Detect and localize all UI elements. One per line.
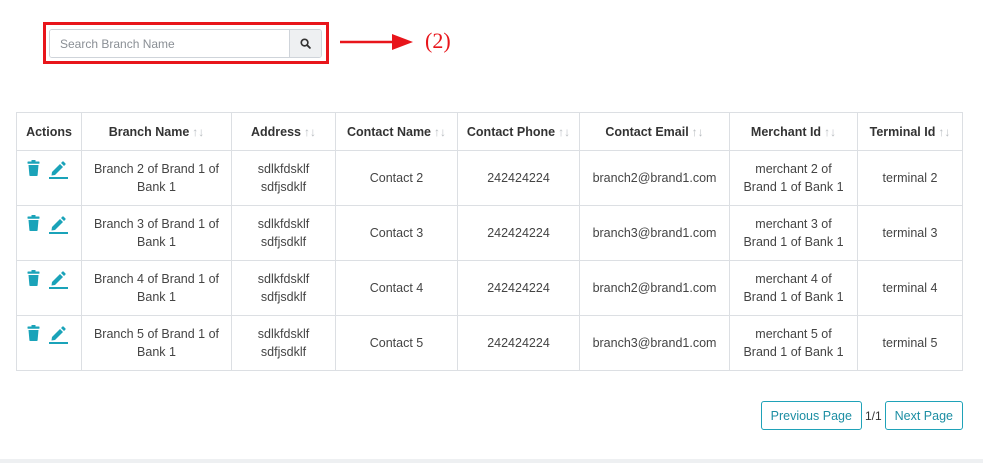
branch-table: Actions Branch Name ↑↓ Address ↑↓ Contact … — [16, 112, 963, 371]
page-count: 1/1 — [864, 408, 882, 423]
cell-merchant-id: merchant 2 of Brand 1 of Bank 1 — [729, 150, 858, 206]
cell-contact-email: branch2@brand1.com — [579, 260, 730, 316]
cell-terminal-id: terminal 4 — [857, 260, 963, 316]
delete-button[interactable] — [27, 270, 40, 291]
delete-button[interactable] — [27, 160, 40, 181]
next-page-button[interactable]: Next Page — [884, 401, 963, 430]
cell-terminal-id: terminal 3 — [857, 205, 963, 261]
edit-button[interactable] — [49, 325, 69, 349]
cell-terminal-id: terminal 2 — [857, 150, 963, 206]
column-header-contact-name[interactable]: Contact Name ↑↓ — [335, 112, 458, 151]
bottom-divider — [0, 459, 983, 463]
sort-icon[interactable]: ↑↓ — [304, 125, 316, 139]
row-actions — [16, 150, 82, 206]
table-row: Branch 3 of Brand 1 of Bank 1 sdlkfdsklf… — [16, 205, 963, 261]
column-header-contact-phone[interactable]: Contact Phone ↑↓ — [457, 112, 580, 151]
cell-merchant-id: merchant 4 of Brand 1 of Bank 1 — [729, 260, 858, 316]
column-header-terminal-id[interactable]: Terminal Id ↑↓ — [857, 112, 963, 151]
search-button[interactable] — [289, 30, 321, 57]
search-group — [49, 29, 322, 58]
delete-button[interactable] — [27, 325, 40, 346]
pencil-icon — [49, 216, 69, 234]
annotation-arrow — [340, 34, 413, 50]
cell-contact-name: Contact 2 — [335, 150, 458, 206]
annotation-label: (2) — [425, 28, 451, 53]
table-header-row: Actions Branch Name ↑↓ Address ↑↓ Contact … — [16, 112, 963, 151]
cell-contact-email: branch3@brand1.com — [579, 315, 730, 371]
column-header-address[interactable]: Address ↑↓ — [231, 112, 336, 151]
cell-contact-name: Contact 4 — [335, 260, 458, 316]
sort-icon[interactable]: ↑↓ — [192, 125, 204, 139]
edit-button[interactable] — [49, 270, 69, 294]
cell-contact-phone: 242424224 — [457, 260, 580, 316]
cell-merchant-id: merchant 3 of Brand 1 of Bank 1 — [729, 205, 858, 261]
edit-button[interactable] — [49, 215, 69, 239]
table-row: Branch 2 of Brand 1 of Bank 1 sdlkfdsklf… — [16, 150, 963, 206]
pencil-icon — [49, 161, 69, 179]
trash-icon — [27, 325, 40, 341]
edit-button[interactable] — [49, 160, 69, 184]
sort-icon[interactable]: ↑↓ — [558, 125, 570, 139]
table-row: Branch 4 of Brand 1 of Bank 1 sdlkfdsklf… — [16, 260, 963, 316]
column-header-merchant-id[interactable]: Merchant Id ↑↓ — [729, 112, 858, 151]
cell-address: sdlkfdsklf sdfjsdklf — [231, 260, 336, 316]
search-input[interactable] — [50, 30, 289, 57]
sort-icon[interactable]: ↑↓ — [824, 125, 836, 139]
cell-contact-email: branch3@brand1.com — [579, 205, 730, 261]
cell-branch-name: Branch 5 of Brand 1 of Bank 1 — [81, 315, 232, 371]
cell-address: sdlkfdsklf sdfjsdklf — [231, 205, 336, 261]
cell-branch-name: Branch 4 of Brand 1 of Bank 1 — [81, 260, 232, 316]
cell-contact-phone: 242424224 — [457, 205, 580, 261]
previous-page-button[interactable]: Previous Page — [760, 401, 862, 430]
trash-icon — [27, 270, 40, 286]
row-actions — [16, 260, 82, 316]
row-actions — [16, 315, 82, 371]
trash-icon — [27, 160, 40, 176]
cell-address: sdlkfdsklf sdfjsdklf — [231, 150, 336, 206]
pencil-icon — [49, 326, 69, 344]
pencil-icon — [49, 271, 69, 289]
pagination: Previous Page 1/1 Next Page — [760, 401, 963, 430]
sort-icon[interactable]: ↑↓ — [938, 125, 950, 139]
table-row: Branch 5 of Brand 1 of Bank 1 sdlkfdsklf… — [16, 315, 963, 371]
cell-address: sdlkfdsklf sdfjsdklf — [231, 315, 336, 371]
cell-branch-name: Branch 3 of Brand 1 of Bank 1 — [81, 205, 232, 261]
column-header-branch-name[interactable]: Branch Name ↑↓ — [81, 112, 232, 151]
cell-contact-phone: 242424224 — [457, 315, 580, 371]
delete-button[interactable] — [27, 215, 40, 236]
search-icon — [300, 38, 311, 49]
trash-icon — [27, 215, 40, 231]
cell-contact-phone: 242424224 — [457, 150, 580, 206]
sort-icon[interactable]: ↑↓ — [692, 125, 704, 139]
sort-icon[interactable]: ↑↓ — [434, 125, 446, 139]
row-actions — [16, 205, 82, 261]
cell-terminal-id: terminal 5 — [857, 315, 963, 371]
cell-contact-name: Contact 5 — [335, 315, 458, 371]
cell-contact-name: Contact 3 — [335, 205, 458, 261]
cell-merchant-id: merchant 5 of Brand 1 of Bank 1 — [729, 315, 858, 371]
column-header-actions: Actions — [16, 112, 82, 151]
cell-branch-name: Branch 2 of Brand 1 of Bank 1 — [81, 150, 232, 206]
column-header-contact-email[interactable]: Contact Email ↑↓ — [579, 112, 730, 151]
cell-contact-email: branch2@brand1.com — [579, 150, 730, 206]
